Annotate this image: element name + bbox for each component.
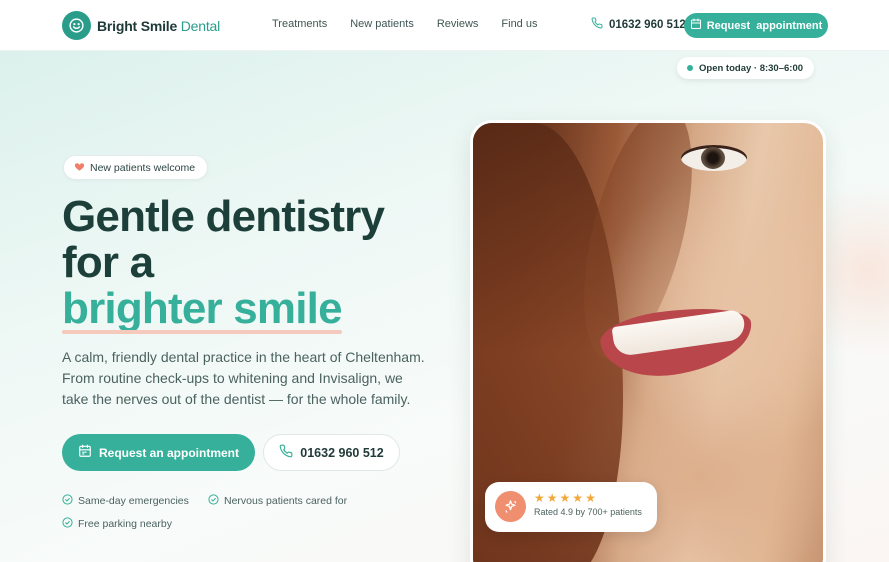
check-circle-icon	[62, 494, 73, 508]
star-icon: ★	[546, 491, 558, 505]
top-navigation: Bright Smile Dental Treatments New patie…	[0, 0, 889, 51]
star-icon: ★	[534, 491, 545, 505]
nav-link-treatments[interactable]: Treatments	[272, 18, 327, 30]
check-circle-icon	[62, 517, 73, 531]
open-today-pill: Open today · 8:30–6:00	[677, 57, 815, 79]
calendar-icon	[78, 444, 92, 461]
hero-section: New patients welcome Gentle dentistry fo…	[0, 51, 889, 562]
header-phone-number: 01632 960 512	[609, 18, 686, 31]
hero-description: A calm, friendly dental practice in the …	[62, 349, 425, 407]
main-nav: Treatments New patients Reviews Find us	[272, 18, 537, 30]
request-appointment-label: Request appointment	[706, 19, 823, 32]
phone-icon	[279, 444, 293, 461]
request-an-appointment-button[interactable]: Request an appointment	[62, 434, 255, 471]
primary-button-label: Request an appointment	[98, 445, 239, 460]
perk-same-day-emergencies: Same-day emergencies	[62, 494, 189, 508]
headline-accent: brighter smile	[62, 284, 343, 334]
logo[interactable]: Bright Smile Dental	[62, 11, 220, 40]
nav-link-find-us[interactable]: Find us	[501, 18, 537, 30]
headline-line-1: Gentle dentistry	[62, 192, 385, 241]
perk-free-parking: Free parking nearby	[62, 517, 172, 531]
nav-link-reviews[interactable]: Reviews	[437, 18, 479, 30]
request-appointment-button[interactable]: Request appointment	[684, 13, 828, 38]
calendar-icon	[690, 18, 702, 33]
heart-icon	[74, 161, 85, 175]
headline-line-2: for a	[62, 238, 154, 287]
check-circle-icon	[208, 494, 219, 508]
logo-text: Bright Smile Dental	[97, 18, 220, 34]
status-dot-icon	[687, 65, 693, 71]
star-rating: ★ ★ ★ ★ ★	[534, 492, 642, 504]
call-phone-button[interactable]: 01632 960 512	[263, 434, 400, 471]
perk-label: Nervous patients cared for	[224, 495, 348, 507]
perk-label: Free parking nearby	[78, 518, 172, 530]
star-icon: ★	[559, 491, 571, 505]
smile-logo-icon	[62, 11, 91, 40]
star-icon: ★	[585, 491, 596, 505]
secondary-button-label: 01632 960 512	[300, 445, 384, 460]
rating-card: ★ ★ ★ ★ ★ Rated 4.9 by 700+ patients	[485, 482, 657, 532]
hero-headline: Gentle dentistry for a brighter smile	[62, 192, 442, 334]
logo-word-dental: Dental	[180, 17, 221, 34]
open-today-label: Open today · 8:30–6:00	[699, 62, 804, 74]
nav-link-new-patients[interactable]: New patients	[350, 18, 414, 30]
rating-details: ★ ★ ★ ★ ★ Rated 4.9 by 700+ patients	[534, 491, 642, 517]
badge-label: New patients welcome	[90, 161, 196, 174]
phone-icon	[591, 17, 603, 32]
star-icon: ★	[572, 491, 584, 505]
header-phone-link[interactable]: 01632 960 512	[591, 17, 686, 32]
new-patients-badge: New patients welcome	[63, 155, 209, 180]
sparkle-icon	[495, 491, 526, 522]
perk-label: Same-day emergencies	[78, 495, 189, 507]
rating-text: Rated 4.9 by 700+ patients	[534, 507, 642, 517]
photo-iris-shape	[701, 147, 725, 169]
logo-word-brand: Bright Smile	[97, 17, 178, 34]
perk-nervous-patients: Nervous patients cared for	[208, 494, 347, 508]
